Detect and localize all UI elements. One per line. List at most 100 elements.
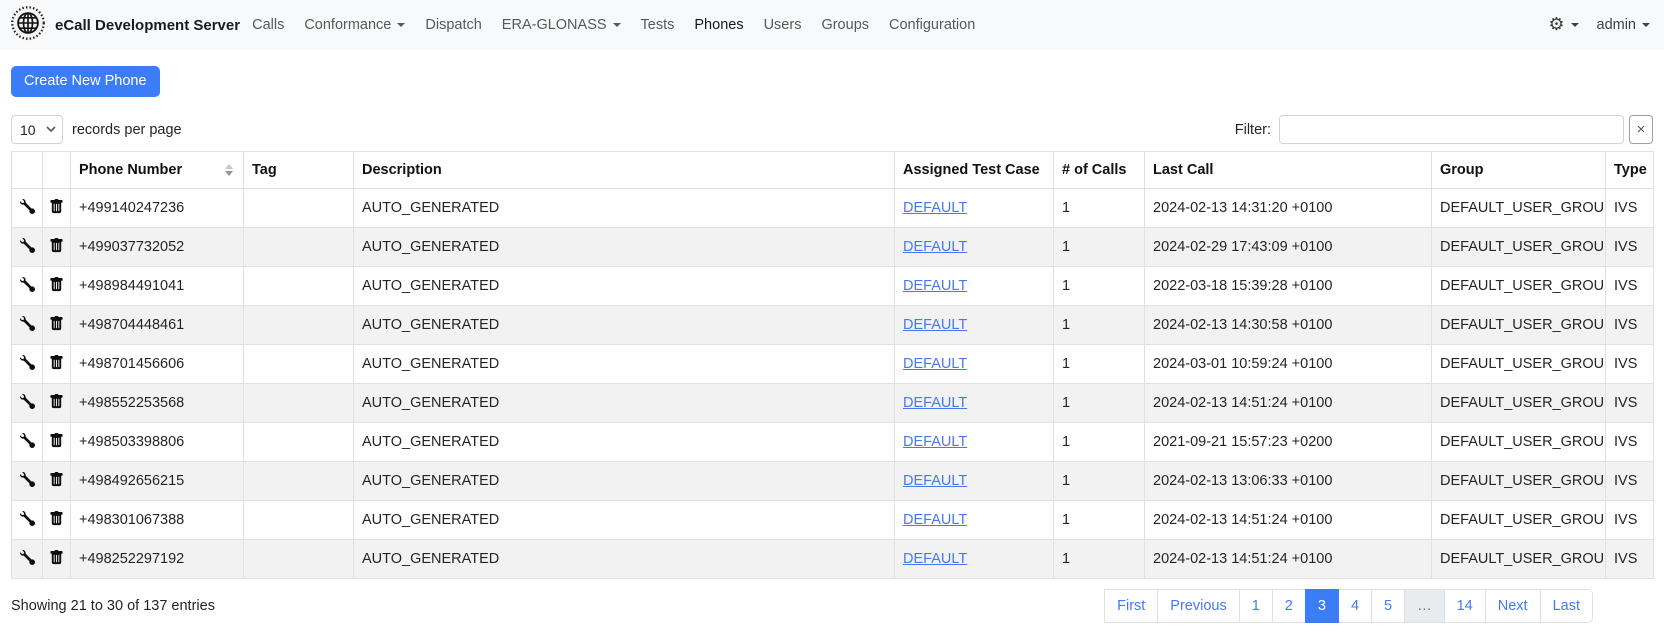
trash-icon bbox=[49, 550, 64, 565]
nav-item[interactable]: Dispatch bbox=[415, 11, 491, 39]
table-row: +498492656215 AUTO_GENERATED DEFAULT 1 2… bbox=[12, 462, 1654, 501]
delete-phone-button[interactable] bbox=[49, 275, 65, 291]
nav-item[interactable]: Groups bbox=[811, 11, 879, 39]
delete-phone-button[interactable] bbox=[49, 392, 65, 408]
pagination-button[interactable]: Last bbox=[1540, 589, 1593, 623]
user-menu-label: admin bbox=[1597, 17, 1637, 33]
wrench-icon bbox=[20, 277, 35, 292]
test-case-link[interactable]: DEFAULT bbox=[903, 512, 967, 528]
test-case-link[interactable]: DEFAULT bbox=[903, 551, 967, 567]
edit-phone-button[interactable] bbox=[19, 236, 35, 252]
wrench-icon bbox=[20, 472, 35, 487]
trash-icon bbox=[49, 316, 64, 331]
trash-icon bbox=[49, 355, 64, 370]
edit-phone-button[interactable] bbox=[19, 275, 35, 291]
test-case-link[interactable]: DEFAULT bbox=[903, 239, 967, 255]
last-call-cell: 2024-02-13 14:51:24 +0100 bbox=[1145, 501, 1432, 540]
nav-links: Calls Conformance Dispatch ERA-GLONASS T… bbox=[242, 11, 985, 39]
phone-number-cell: +498701456606 bbox=[71, 345, 244, 384]
pagination-button[interactable]: 5 bbox=[1371, 589, 1405, 623]
delete-phone-button[interactable] bbox=[49, 431, 65, 447]
oecon-globe-logo-icon bbox=[10, 5, 46, 45]
edit-phone-button[interactable] bbox=[19, 197, 35, 213]
test-case-link[interactable]: DEFAULT bbox=[903, 395, 967, 411]
delete-phone-button[interactable] bbox=[49, 470, 65, 486]
type-cell: IVS bbox=[1606, 501, 1654, 540]
trash-icon bbox=[49, 511, 64, 526]
delete-phone-button[interactable] bbox=[49, 236, 65, 252]
user-menu[interactable]: admin bbox=[1597, 17, 1651, 33]
clear-filter-button[interactable]: × bbox=[1629, 115, 1653, 144]
type-header: Type bbox=[1606, 152, 1654, 189]
nav-item[interactable]: Phones bbox=[684, 11, 753, 39]
pagination-button[interactable]: Next bbox=[1485, 589, 1541, 623]
edit-phone-button[interactable] bbox=[19, 314, 35, 330]
last-call-cell: 2021-09-21 15:57:23 +0200 bbox=[1145, 423, 1432, 462]
test-case-cell: DEFAULT bbox=[895, 423, 1054, 462]
nav-item[interactable]: Configuration bbox=[879, 11, 985, 39]
delete-phone-button[interactable] bbox=[49, 314, 65, 330]
calls-cell: 1 bbox=[1054, 345, 1145, 384]
edit-phone-button[interactable] bbox=[19, 392, 35, 408]
group-cell: DEFAULT_USER_GROUP bbox=[1432, 267, 1606, 306]
pagination-button[interactable]: 4 bbox=[1338, 589, 1372, 623]
test-case-link[interactable]: DEFAULT bbox=[903, 317, 967, 333]
records-per-page-label: records per page bbox=[72, 122, 182, 138]
settings-menu[interactable]: ⚙ bbox=[1548, 16, 1578, 34]
nav-item[interactable]: Tests bbox=[631, 11, 685, 39]
calls-cell: 1 bbox=[1054, 306, 1145, 345]
edit-phone-button[interactable] bbox=[19, 470, 35, 486]
nav-item[interactable]: ERA-GLONASS bbox=[492, 11, 631, 39]
test-case-link[interactable]: DEFAULT bbox=[903, 434, 967, 450]
description-cell: AUTO_GENERATED bbox=[354, 189, 895, 228]
pagination-button[interactable]: 14 bbox=[1444, 589, 1486, 623]
nav-item[interactable]: Conformance bbox=[294, 11, 415, 39]
wrench-icon bbox=[20, 238, 35, 253]
create-new-phone-button[interactable]: Create New Phone bbox=[11, 66, 160, 97]
tag-cell bbox=[244, 267, 354, 306]
edit-phone-button[interactable] bbox=[19, 509, 35, 525]
nav-item[interactable]: Users bbox=[754, 11, 812, 39]
edit-column-header bbox=[12, 152, 43, 189]
pagination-button[interactable]: … bbox=[1404, 589, 1445, 623]
delete-phone-button[interactable] bbox=[49, 197, 65, 213]
nav-item[interactable]: Calls bbox=[242, 11, 294, 39]
phone-number-header[interactable]: Phone Number bbox=[71, 152, 244, 189]
delete-phone-button[interactable] bbox=[49, 509, 65, 525]
pagination-button[interactable]: 2 bbox=[1272, 589, 1306, 623]
pagination-button[interactable]: 3 bbox=[1305, 589, 1339, 623]
type-cell: IVS bbox=[1606, 540, 1654, 579]
chevron-down-icon bbox=[1571, 23, 1579, 27]
test-case-link[interactable]: DEFAULT bbox=[903, 278, 967, 294]
wrench-icon bbox=[20, 394, 35, 409]
delete-phone-button[interactable] bbox=[49, 548, 65, 564]
test-case-link[interactable]: DEFAULT bbox=[903, 473, 967, 489]
description-header: Description bbox=[354, 152, 895, 189]
type-cell: IVS bbox=[1606, 189, 1654, 228]
pagination-button[interactable]: 1 bbox=[1239, 589, 1273, 623]
edit-phone-button[interactable] bbox=[19, 353, 35, 369]
edit-phone-button[interactable] bbox=[19, 431, 35, 447]
test-case-link[interactable]: DEFAULT bbox=[903, 200, 967, 216]
delete-phone-button[interactable] bbox=[49, 353, 65, 369]
trash-icon bbox=[49, 433, 64, 448]
edit-phone-button[interactable] bbox=[19, 548, 35, 564]
pagination-button[interactable]: Previous bbox=[1157, 589, 1239, 623]
wrench-icon bbox=[20, 550, 35, 565]
page-size-select[interactable]: 10 bbox=[11, 115, 63, 144]
pagination-button[interactable]: First bbox=[1104, 589, 1158, 623]
description-cell: AUTO_GENERATED bbox=[354, 540, 895, 579]
phone-number-cell: +498252297192 bbox=[71, 540, 244, 579]
filter-input[interactable] bbox=[1279, 115, 1624, 144]
group-cell: DEFAULT_USER_GROUP bbox=[1432, 462, 1606, 501]
trash-icon bbox=[49, 472, 64, 487]
wrench-icon bbox=[20, 199, 35, 214]
last-call-cell: 2024-02-13 14:51:24 +0100 bbox=[1145, 540, 1432, 579]
table-controls: 10 records per page Filter: × bbox=[11, 115, 1653, 144]
test-case-cell: DEFAULT bbox=[895, 189, 1054, 228]
table-header-row: Phone Number Tag Description Assigned Te… bbox=[12, 152, 1654, 189]
last-call-cell: 2024-02-13 14:51:24 +0100 bbox=[1145, 384, 1432, 423]
brand[interactable]: eCall Development Server bbox=[10, 5, 240, 45]
gear-icon: ⚙ bbox=[1548, 16, 1564, 34]
test-case-link[interactable]: DEFAULT bbox=[903, 356, 967, 372]
